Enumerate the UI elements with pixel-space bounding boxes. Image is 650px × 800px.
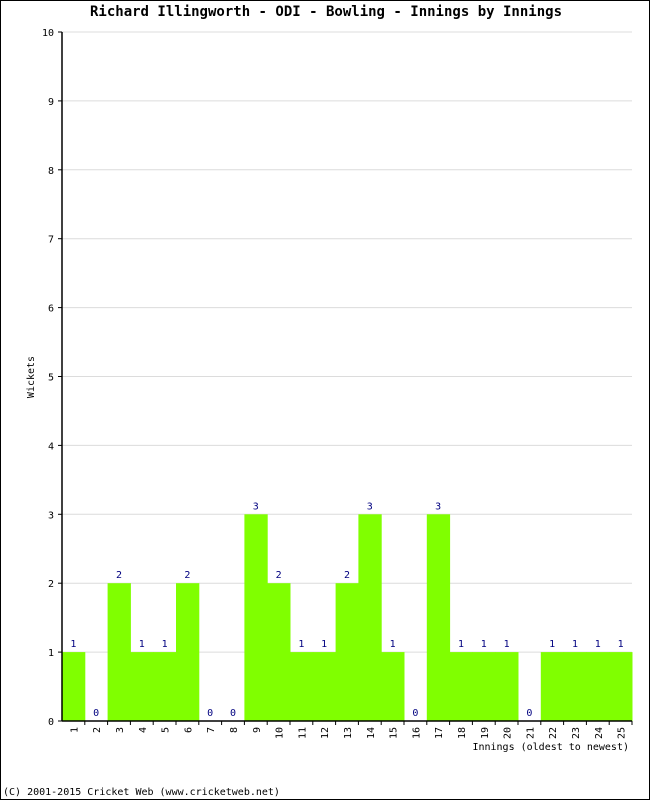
y-tick-label: 1: [48, 648, 54, 659]
value-label: 1: [298, 639, 304, 650]
x-axis-label: Innings (oldest to newest): [472, 742, 629, 753]
x-tick-label: 23: [571, 727, 582, 739]
value-label: 1: [572, 639, 578, 650]
value-label: 1: [70, 639, 76, 650]
value-label: 1: [139, 639, 145, 650]
x-tick-label: 17: [434, 727, 445, 739]
y-tick-label: 10: [42, 28, 54, 39]
value-label: 0: [207, 708, 213, 719]
bar: [449, 652, 473, 721]
copyright-footer: (C) 2001-2015 Cricket Web (www.cricketwe…: [3, 787, 280, 798]
value-label: 1: [504, 639, 510, 650]
y-tick-label: 2: [48, 579, 54, 590]
y-axis-label: Wickets: [26, 356, 37, 398]
x-tick-label: 22: [548, 727, 559, 739]
bar: [472, 652, 496, 721]
value-label: 0: [93, 708, 99, 719]
value-label: 0: [526, 708, 532, 719]
bar: [358, 514, 382, 721]
bar: [62, 652, 86, 721]
bar: [244, 514, 268, 721]
bar: [426, 514, 451, 721]
x-tick-label: 11: [297, 727, 308, 739]
bar: [495, 652, 519, 721]
bar: [609, 652, 633, 721]
value-label: 2: [344, 570, 350, 581]
bar: [381, 652, 405, 721]
x-tick-label: 8: [229, 727, 240, 733]
value-label: 1: [595, 639, 601, 650]
y-tick-label: 9: [48, 97, 54, 108]
bar: [335, 583, 359, 721]
bars: [62, 514, 633, 721]
value-label: 3: [435, 501, 441, 512]
x-tick-label: 9: [252, 727, 263, 733]
y-tick-label: 0: [48, 717, 54, 728]
x-tick-label: 4: [138, 727, 149, 733]
x-tick-label: 13: [343, 727, 354, 739]
bar: [107, 583, 131, 721]
bar: [290, 652, 314, 721]
value-label: 1: [549, 639, 555, 650]
value-label: 1: [618, 639, 624, 650]
x-tick-label: 10: [275, 727, 286, 739]
y-tick-label: 7: [48, 235, 54, 246]
y-tick-label: 4: [48, 441, 54, 452]
x-tick-label: 5: [161, 727, 172, 733]
bar: [312, 652, 337, 721]
x-tick-label: 16: [411, 727, 422, 739]
x-tick-label: 15: [389, 727, 400, 739]
bar: [563, 652, 587, 721]
value-label: 3: [367, 501, 373, 512]
value-label: 1: [321, 639, 327, 650]
value-label: 1: [390, 639, 396, 650]
bar: [130, 652, 154, 721]
x-tick-label: 20: [503, 727, 514, 739]
value-label: 1: [481, 639, 487, 650]
value-label: 2: [276, 570, 282, 581]
x-tick-label: 14: [366, 727, 377, 739]
bar-chart: 1021 120 0321 1231031 1 101 1 1 1 012345678910 1…: [26, 28, 633, 753]
y-tick-label: 5: [48, 373, 54, 384]
x-tick-labels: 1 2 3 4 5 6 7 8 9 10 11 12 13 14 15 16 17 18 19 20 21 22 23 24 2…: [69, 727, 627, 739]
x-tick-label: 1: [69, 727, 80, 733]
chart-frame: Richard Illingworth - ODI - Bowling - In…: [0, 0, 650, 800]
x-tick-label: 24: [594, 727, 605, 739]
value-label: 1: [458, 639, 464, 650]
y-tick-label: 6: [48, 304, 54, 315]
grid-lines: [62, 31, 632, 653]
x-tick-label: 6: [183, 727, 194, 733]
value-label: 3: [253, 501, 259, 512]
x-tick-label: 21: [525, 727, 536, 739]
bar: [153, 652, 177, 721]
y-tick-labels: 0 1 2 3 4 5 6 7 8 9 10: [42, 28, 54, 728]
value-label: 2: [116, 570, 122, 581]
x-tick-label: 2: [92, 727, 103, 733]
bar: [176, 583, 200, 721]
bar: [586, 652, 610, 721]
value-label: 2: [184, 570, 190, 581]
x-tick-label: 25: [617, 727, 628, 739]
x-tick-label: 7: [206, 727, 217, 733]
bar: [267, 583, 291, 721]
bar: [540, 652, 565, 721]
x-tick-label: 19: [480, 727, 491, 739]
value-label: 1: [162, 639, 168, 650]
y-tick-label: 8: [48, 166, 54, 177]
x-tick-label: 12: [320, 727, 331, 739]
value-label: 0: [412, 708, 418, 719]
x-tick-label: 18: [457, 727, 468, 739]
x-tick-label: 3: [115, 727, 126, 733]
value-label: 0: [230, 708, 236, 719]
y-tick-label: 3: [48, 510, 54, 521]
